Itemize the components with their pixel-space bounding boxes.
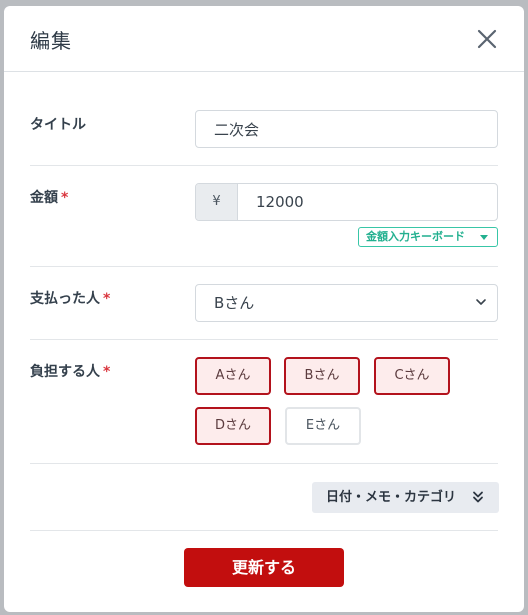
title-label: タイトル — [30, 117, 86, 133]
payer-select[interactable]: Bさん — [195, 284, 498, 322]
divider — [30, 530, 498, 531]
divider — [30, 339, 498, 340]
amount-input-group: ¥ — [195, 183, 498, 221]
divider — [30, 463, 498, 464]
close-icon — [477, 29, 497, 49]
caret-down-icon — [480, 235, 488, 240]
amount-label: 金額 * — [30, 190, 69, 206]
divider — [30, 165, 498, 166]
payer-selected-value: Bさん — [214, 294, 255, 312]
chevron-down-icon — [476, 299, 486, 305]
amount-keyboard-button[interactable]: 金額入力キーボード — [358, 227, 498, 247]
modal-title: 編集 — [30, 29, 72, 53]
double-chevron-down-icon — [473, 491, 483, 503]
person-toggle-e[interactable]: Eさん — [285, 407, 361, 445]
required-mark: * — [103, 364, 111, 380]
edit-modal: 編集 タイトル 金額* ¥ 金額入力キーボード 支払った人* Bさん 負担する人… — [4, 6, 524, 612]
amount-input[interactable] — [238, 184, 497, 220]
burden-label: 負担する人 * — [30, 364, 111, 380]
person-toggle-c[interactable]: Cさん — [374, 357, 450, 395]
payer-label: 支払った人 * — [30, 291, 111, 307]
person-toggle-d[interactable]: Dさん — [195, 407, 271, 445]
title-input[interactable] — [195, 110, 498, 148]
currency-addon: ¥ — [196, 184, 238, 220]
required-mark: * — [103, 291, 111, 307]
update-button[interactable]: 更新する — [184, 548, 344, 587]
person-toggle-a[interactable]: Aさん — [195, 357, 271, 395]
person-toggle-b[interactable]: Bさん — [284, 357, 360, 395]
more-options-button[interactable]: 日付・メモ・カテゴリ — [312, 482, 499, 513]
divider — [30, 266, 498, 267]
close-button[interactable] — [474, 26, 500, 52]
modal-header: 編集 — [4, 6, 524, 72]
required-mark: * — [61, 190, 69, 206]
